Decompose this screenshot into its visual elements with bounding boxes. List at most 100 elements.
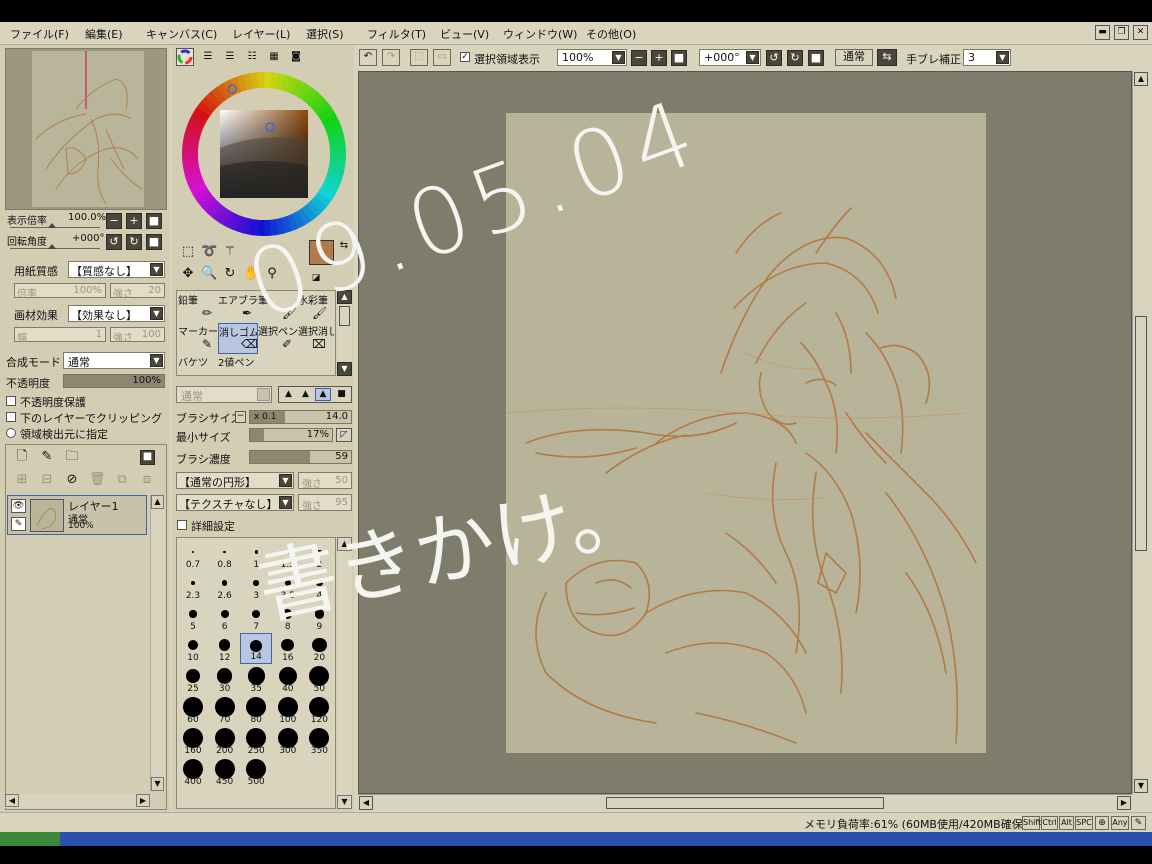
chevron-left-icon[interactable]: ◀ (359, 796, 373, 810)
new-layer-folder-pen-icon[interactable]: ✎ (39, 449, 55, 465)
tool-binary-pen[interactable]: 2値ペン (218, 354, 258, 374)
layer-scrollbar[interactable]: ▲ ▼ (150, 495, 165, 791)
canvas-vscroll-thumb[interactable] (1135, 316, 1147, 551)
zoom-in-button[interactable]: + (126, 213, 142, 229)
chevron-down-icon[interactable]: ▼ (279, 474, 292, 487)
brush-size-cell[interactable]: 25 (177, 664, 209, 695)
brush-size-cell[interactable]: 5 (177, 602, 209, 633)
chevron-down-icon[interactable]: ▼ (150, 307, 163, 320)
brush-size-cell[interactable]: 300 (272, 726, 304, 757)
brush-size-cell[interactable]: 60 (177, 695, 209, 726)
zoom-select[interactable]: 100% ▼ (557, 49, 627, 66)
brush-size-cell[interactable]: 350 (303, 726, 335, 757)
chevron-left-icon[interactable]: ◀ (5, 794, 19, 807)
swatch-tab-icon[interactable]: ▦ (266, 49, 282, 65)
start-button[interactable] (0, 832, 60, 846)
menu-edit[interactable]: 編集(E) (85, 26, 123, 42)
chevron-down-icon[interactable]: ▼ (746, 51, 759, 64)
brush-size-cell[interactable]: 500 (240, 757, 272, 788)
menu-select[interactable]: 選択(S) (306, 26, 344, 42)
eye-icon[interactable]: 👁 (11, 499, 26, 513)
brush-size-cell[interactable]: 400 (177, 757, 209, 788)
brush-size-cell[interactable]: 0.8 (209, 540, 241, 571)
brush-size-cell[interactable]: 80 (240, 695, 272, 726)
chevron-down-icon[interactable]: ▼ (1134, 779, 1148, 793)
canvas-hscroll-thumb[interactable] (606, 797, 884, 809)
rotate-thumb[interactable] (48, 244, 56, 249)
chevron-up-icon[interactable]: ▲ (151, 495, 164, 509)
brush-size-cell[interactable]: 250 (240, 726, 272, 757)
brush-size-cell[interactable]: 70 (209, 695, 241, 726)
maximize-icon[interactable]: ❐ (1114, 25, 1129, 40)
rotate-reset-button[interactable]: ■ (146, 234, 162, 250)
menu-filter[interactable]: フィルタ(T) (367, 26, 426, 42)
brush-size-cell[interactable]: 120 (303, 695, 335, 726)
brush-size-cell[interactable]: 6 (209, 602, 241, 633)
layer-hscrollbar[interactable]: ◀ ▶ (5, 794, 150, 808)
blend-mode-select[interactable]: 通常 ▼ (63, 352, 165, 369)
move-icon[interactable]: ✥ (180, 266, 196, 282)
close-icon[interactable]: ✕ (1133, 25, 1148, 40)
pen-icon[interactable]: ✎ (11, 517, 26, 531)
selection-source-radio[interactable] (6, 428, 16, 438)
new-layer-icon[interactable]: 🗋 (14, 449, 30, 465)
chevron-down-icon[interactable]: ▼ (150, 354, 163, 367)
chevron-down-icon[interactable]: ▼ (337, 795, 352, 809)
toolbar-rotate-right-button[interactable]: ↻ (787, 50, 803, 66)
layer-row[interactable]: 👁 ✎ レイヤー1 通常 100% (7, 495, 147, 535)
pressure-curve-icon[interactable]: ◸ (336, 428, 352, 442)
effect-strength-field[interactable]: 強さ 100 (110, 327, 165, 344)
zoom-reset-button[interactable]: ■ (146, 213, 162, 229)
chevron-up-icon[interactable]: ▲ (1134, 72, 1148, 86)
undo-icon[interactable]: ↶ (359, 49, 377, 66)
canvas-hscrollbar[interactable]: ◀ ▶ (358, 794, 1132, 811)
menu-window[interactable]: ウィンドウ(W) (503, 26, 577, 42)
mix-slider-tab-icon[interactable]: ☷ (244, 49, 260, 65)
brush-size-cell[interactable]: 10 (177, 633, 209, 664)
brush-size-cell[interactable]: 40 (272, 664, 304, 695)
menu-view[interactable]: ビュー(V) (440, 26, 489, 42)
effect-width-field[interactable]: 幅 1 (14, 327, 106, 344)
scratchpad-tab-icon[interactable]: ◙ (288, 49, 304, 65)
paper-texture-select[interactable]: 【質感なし】 ▼ (68, 261, 165, 278)
brush-size-cell[interactable]: 2.6 (209, 571, 241, 602)
brush-size-cell[interactable]: 450 (209, 757, 241, 788)
toolbar-zoom-out-button[interactable]: − (631, 50, 647, 66)
opacity-slider[interactable]: 100% (63, 374, 165, 388)
new-folder-icon[interactable]: 🗀 (64, 449, 80, 465)
min-size-slider[interactable]: 17% (249, 428, 333, 442)
rotate-left-button[interactable]: ↺ (106, 234, 122, 250)
rgb-slider-tab-icon[interactable]: ☰ (200, 49, 216, 65)
tool-pencil[interactable]: 鉛筆 ✏ (178, 292, 218, 323)
clipping-checkbox[interactable] (6, 412, 16, 422)
brush-size-cell[interactable]: 14 (240, 633, 273, 664)
lasso-icon[interactable]: ➰ (201, 244, 217, 260)
toolbar-rotate-reset-button[interactable]: ■ (808, 50, 824, 66)
rect-select-icon[interactable]: ⬚ (180, 244, 196, 260)
show-selection-checkbox[interactable]: ✓ (460, 52, 470, 62)
paper-effect-select[interactable]: 【効果なし】 ▼ (68, 305, 165, 322)
menu-layer[interactable]: レイヤー(L) (232, 26, 290, 42)
tool-bucket[interactable]: バケツ (178, 354, 218, 374)
zoom-icon[interactable]: 🔍 (201, 266, 217, 282)
zoom-out-button[interactable]: − (106, 213, 122, 229)
brush-size-cell[interactable]: 100 (272, 695, 304, 726)
tool-marker[interactable]: マーカー ✎ (178, 323, 218, 354)
hsv-slider-tab-icon[interactable]: ☰ (222, 49, 238, 65)
brush-size-cell[interactable]: 35 (240, 664, 272, 695)
brush-mode-select[interactable]: 通常 (176, 386, 272, 403)
brush-shape-select[interactable]: 【通常の円形】 ▼ (176, 472, 294, 489)
toolbar-rotate-left-button[interactable]: ↺ (766, 50, 782, 66)
tool-eraser[interactable]: 消しゴム ⌫ (218, 323, 258, 354)
menu-file[interactable]: ファイル(F) (10, 26, 69, 42)
rotate-right-button[interactable]: ↻ (126, 234, 142, 250)
stabilizer-select[interactable]: 3 ▼ (963, 49, 1011, 66)
canvas-vscrollbar[interactable]: ▲ ▼ (1132, 71, 1149, 794)
size-decrease-button[interactable]: − (235, 411, 246, 423)
brush-size-slider[interactable]: x 0.1 14.0 (249, 410, 352, 424)
tool-airbrush[interactable]: エアブラシ✒ (218, 292, 258, 323)
brush-size-cell[interactable]: 200 (209, 726, 241, 757)
brush-size-cell[interactable]: 0.7 (177, 540, 209, 571)
zoom-thumb[interactable] (48, 223, 56, 228)
angle-select[interactable]: +000° ▼ (699, 49, 761, 66)
